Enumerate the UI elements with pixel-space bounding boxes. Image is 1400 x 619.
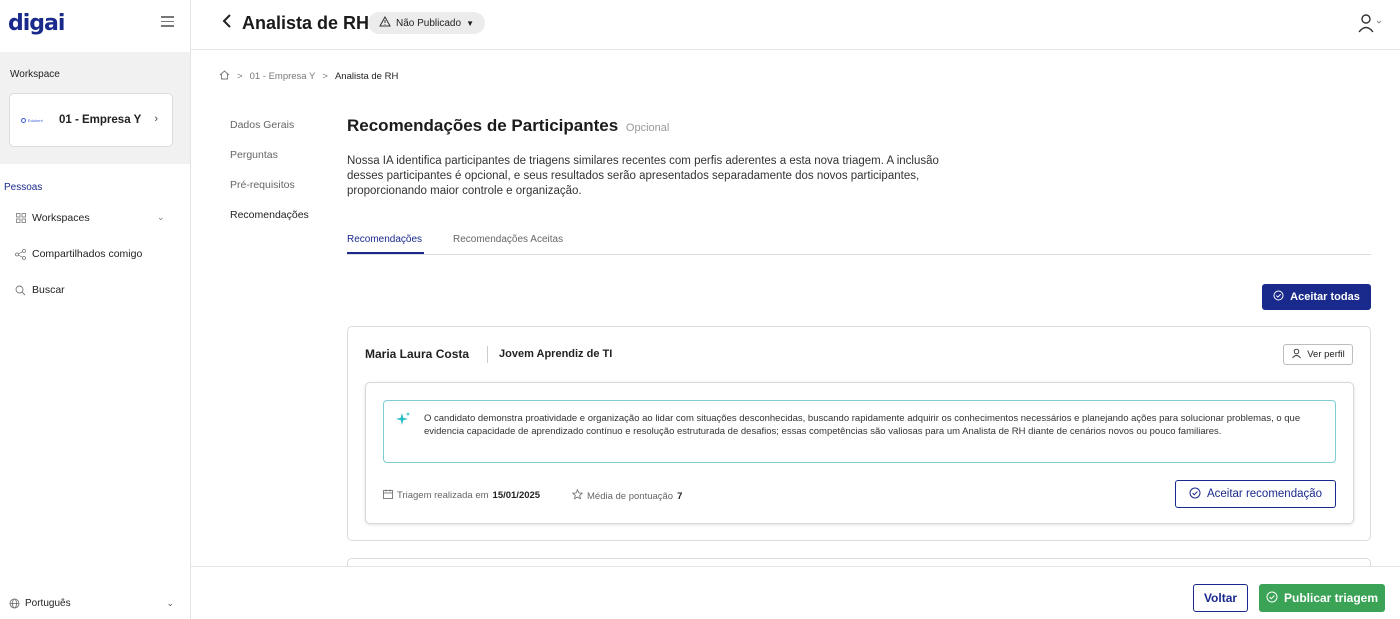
accept-all-button[interactable]: Aceitar todas <box>1262 284 1371 310</box>
section-title-text: Recomendações de Participantes <box>347 116 619 135</box>
tab-recomendacoes-aceitas[interactable]: Recomendações Aceitas <box>453 234 563 245</box>
grid-icon <box>15 213 26 224</box>
workspace-selector[interactable]: Edukent 01 - Empresa Y › <box>9 93 173 147</box>
logo-text: digai <box>8 10 65 36</box>
score-value: 7 <box>677 490 683 502</box>
back-button[interactable]: Voltar <box>1193 584 1248 612</box>
sidebar-item-label: Buscar <box>32 284 65 296</box>
recommendation-detail: O candidato demonstra proatividade e org… <box>365 382 1354 524</box>
calendar-icon <box>383 489 393 502</box>
tab-active-indicator <box>347 252 424 254</box>
breadcrumb-separator: > <box>322 71 328 82</box>
subnav-pre-requisitos[interactable]: Pré-requisitos <box>230 179 295 191</box>
page-title: Analista de RH <box>242 13 370 33</box>
chevron-down-icon[interactable]: ⌄ <box>157 212 165 223</box>
publish-button[interactable]: Publicar triagem <box>1259 584 1385 612</box>
accept-recommendation-label: Aceitar recomendação <box>1206 488 1323 500</box>
workspace-title: Workspace <box>10 69 60 80</box>
workspace-name: 01 - Empresa Y <box>59 114 142 126</box>
star-icon <box>571 488 584 503</box>
chevron-right-icon: › <box>154 113 158 125</box>
search-icon <box>15 285 26 296</box>
triagem-date: Triagem realizada em 15/01/2025 <box>383 489 540 502</box>
app-logo[interactable]: digai <box>8 10 65 36</box>
recommendation-card: Maria Laura Costa Jovem Aprendiz de TI V… <box>347 326 1371 541</box>
subnav-perguntas[interactable]: Perguntas <box>230 149 278 161</box>
menu-icon[interactable] <box>161 16 174 27</box>
divider <box>487 346 488 363</box>
candidate-role: Jovem Aprendiz de TI <box>499 348 613 360</box>
breadcrumb-separator: > <box>237 71 243 82</box>
optional-tag: Opcional <box>625 122 670 134</box>
average-score: Média de pontuação 7 <box>571 488 683 503</box>
header: Analista de RH Não Publicado ▼ <box>191 0 1400 50</box>
warning-icon <box>379 15 391 30</box>
language-selector[interactable]: Português ⌄ <box>9 598 174 609</box>
chevron-down-icon: ⌄ <box>166 598 174 608</box>
tab-recomendacoes[interactable]: Recomendações <box>347 234 422 245</box>
section-description: Nossa IA identifica participantes de tri… <box>347 155 939 197</box>
breadcrumb-current: Analista de RH <box>334 71 399 82</box>
user-menu-icon[interactable] <box>1358 12 1382 34</box>
sparkle-icon <box>395 411 411 430</box>
candidate-name: Maria Laura Costa <box>365 347 470 361</box>
score-label: Média de pontuação <box>587 490 674 502</box>
ai-summary-box: O candidato demonstra proatividade e org… <box>383 400 1336 463</box>
breadcrumb-item[interactable]: 01 - Empresa Y <box>250 71 316 82</box>
check-circle-icon <box>1189 487 1201 502</box>
footer: Voltar Publicar triagem <box>191 566 1400 619</box>
share-icon <box>15 248 26 260</box>
sidebar-item-search[interactable]: Buscar <box>15 284 65 296</box>
breadcrumb: > 01 - Empresa Y > Analista de RH <box>219 70 398 83</box>
check-circle-icon <box>1266 591 1278 606</box>
view-profile-button[interactable]: Ver perfil <box>1283 344 1353 365</box>
workspace-logo: Edukent <box>21 115 49 125</box>
accept-all-label: Aceitar todas <box>1290 291 1360 303</box>
ai-summary-text: O candidato demonstra proatividade e org… <box>424 413 1301 437</box>
sidebar-item-workspaces[interactable]: Workspaces <box>15 212 90 224</box>
tabs: Recomendações Recomendações Aceitas <box>347 230 1371 255</box>
section-title: Recomendações de Participantes Opcional <box>347 116 669 136</box>
subnav-dados-gerais[interactable]: Dados Gerais <box>230 119 294 131</box>
globe-icon <box>9 598 20 609</box>
user-icon <box>1291 348 1302 362</box>
publish-label: Publicar triagem <box>1283 591 1379 605</box>
sidebar-item-shared[interactable]: Compartilhados comigo <box>15 248 142 260</box>
status-label: Não Publicado <box>396 17 462 29</box>
sidebar-item-label: Compartilhados comigo <box>32 248 143 260</box>
nav-section-label: Pessoas <box>4 182 43 193</box>
language-label: Português <box>25 598 71 609</box>
back-arrow-icon[interactable] <box>221 13 233 34</box>
home-icon[interactable] <box>219 70 230 83</box>
caret-down-icon: ▼ <box>466 18 474 28</box>
check-circle-icon <box>1273 290 1284 304</box>
sidebar-item-label: Workspaces <box>32 212 90 224</box>
subnav-recomendacoes[interactable]: Recomendações <box>230 209 309 221</box>
triagem-value: 15/01/2025 <box>492 490 541 501</box>
status-dropdown[interactable]: Não Publicado ▼ <box>368 12 485 34</box>
triagem-label: Triagem realizada em <box>397 490 489 501</box>
view-profile-label: Ver perfil <box>1307 349 1345 360</box>
workspace-panel: Workspace Edukent 01 - Empresa Y › <box>0 52 190 164</box>
accept-recommendation-button[interactable]: Aceitar recomendação <box>1175 480 1336 508</box>
sidebar: digai Workspace Edukent 01 - Empresa Y ›… <box>0 0 191 619</box>
